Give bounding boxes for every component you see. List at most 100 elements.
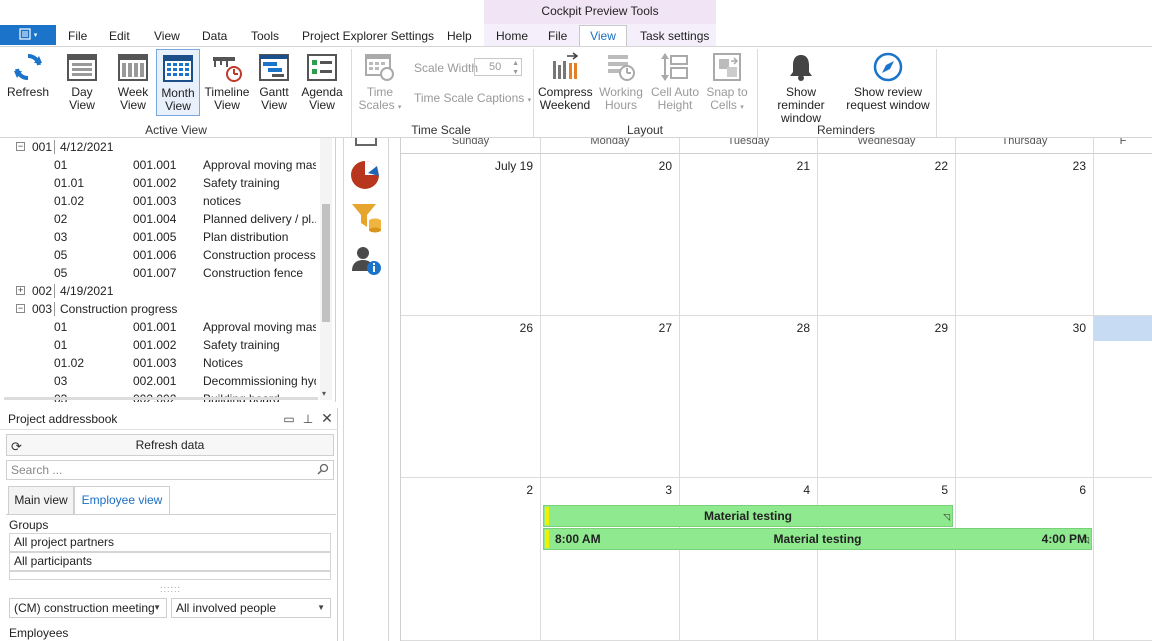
month-view-button[interactable]: Month View — [156, 49, 200, 116]
calendar-day-cell[interactable]: 5 — [818, 478, 956, 641]
tree-row[interactable]: +002 4/19/2021 — [0, 282, 318, 300]
week-view-button[interactable]: Week View — [112, 51, 154, 112]
snap-to-cells-button[interactable]: Snap to Cells ▾ — [704, 51, 750, 114]
tree-row[interactable]: 03 002.001 Decommissioning hyd... — [0, 372, 318, 390]
calendar-day-cell[interactable]: 3 — [541, 478, 680, 641]
calendar-day-cell[interactable]: 23 — [956, 154, 1094, 316]
scale-width-spinner[interactable]: 50 ▲ ▼ — [474, 58, 522, 76]
tree-row-title: Safety training — [203, 176, 280, 190]
collapse-icon[interactable]: − — [16, 304, 25, 313]
appointment-material-testing[interactable]: Material testing ◹ — [543, 505, 953, 527]
tree-row-code: 003 — [32, 302, 53, 316]
calendar-day-cell[interactable]: 6 — [956, 478, 1094, 641]
cell-auto-height-button[interactable]: Cell Auto Height — [650, 51, 700, 112]
menu-context-file[interactable]: File — [548, 26, 567, 46]
close-icon[interactable]: ✕ — [320, 410, 334, 427]
day-view-button[interactable]: Day View — [58, 51, 106, 112]
week-view-icon — [117, 51, 149, 83]
tree-row[interactable]: 01 001.001 Approval moving masts — [0, 156, 318, 174]
time-scales-button[interactable]: Time Scales ▾ — [358, 51, 402, 114]
search-icon[interactable] — [317, 462, 329, 480]
tab-view-active[interactable]: View — [579, 25, 627, 47]
tree-row[interactable]: −001 4/12/2021 — [0, 138, 318, 156]
tree-horizontal-scrollbar[interactable] — [4, 397, 318, 400]
tree-row[interactable]: 03 002.002 Building board — [0, 390, 318, 402]
calendar-day-cell[interactable]: 29 — [818, 316, 956, 478]
calendar-day-cell[interactable]: 20 — [541, 154, 680, 316]
meeting-dropdown-value: (CM) construction meeting — [14, 601, 155, 615]
calendar-day-cell[interactable]: 2 — [401, 478, 541, 641]
expand-icon[interactable]: + — [16, 286, 25, 295]
spinner-down-icon[interactable]: ▼ — [512, 65, 519, 81]
menu-task-settings[interactable]: Task settings — [640, 26, 709, 46]
tree-row[interactable]: 02 001.004 Planned delivery / pl... — [0, 210, 318, 228]
tree-row[interactable]: 01.02 001.003 notices — [0, 192, 318, 210]
day-number: 28 — [796, 321, 810, 335]
tree-row[interactable]: 01.01 001.002 Safety training — [0, 174, 318, 192]
tree-row[interactable]: 05 001.006 Construction process — [0, 246, 318, 264]
day-number: 27 — [658, 321, 672, 335]
menu-edit[interactable]: Edit — [109, 26, 130, 46]
tree-row[interactable]: 01.02 001.003 Notices — [0, 354, 318, 372]
calendar-day-cell[interactable]: July 19 — [401, 154, 541, 316]
tree-row[interactable]: 03 001.005 Plan distribution — [0, 228, 318, 246]
pie-chart-icon[interactable] — [350, 158, 382, 190]
gantt-view-button[interactable]: Gantt View — [254, 51, 294, 112]
meeting-dropdown[interactable]: (CM) construction meeting ▼ — [9, 598, 167, 618]
calendar-day-cell[interactable]: 27 — [541, 316, 680, 478]
month-view-icon — [162, 52, 194, 84]
calendar-day-cell[interactable] — [1094, 154, 1152, 316]
menu-data[interactable]: Data — [202, 26, 227, 46]
tree-scroll-thumb[interactable] — [322, 204, 330, 322]
tree-row-title: notices — [203, 194, 242, 208]
appointment-material-testing-timed[interactable]: 8:00 AM Material testing 4:00 PM ◹ — [543, 528, 1092, 550]
calendar-day-cell[interactable]: 4 — [680, 478, 818, 641]
refresh-button[interactable]: Refresh — [4, 51, 52, 99]
refresh-data-button[interactable]: ⟳ Refresh data — [6, 434, 334, 456]
tree-row[interactable]: 01 001.001 Approval moving masts — [0, 318, 318, 336]
menu-tools[interactable]: Tools — [251, 26, 279, 46]
tree-row[interactable]: −003 Construction progress — [0, 300, 318, 318]
compress-weekend-button[interactable]: Compress Weekend — [538, 51, 593, 112]
maximize-icon[interactable]: ▭ — [282, 412, 296, 426]
collapse-icon[interactable]: − — [16, 142, 25, 151]
people-dropdown[interactable]: All involved people ▼ — [171, 598, 331, 618]
splitter-handle[interactable]: :::::: — [160, 584, 181, 594]
menu-file[interactable]: File — [68, 26, 87, 46]
time-scale-captions-button[interactable]: Time Scale Captions ▾ — [414, 91, 531, 105]
filter-database-icon[interactable] — [350, 201, 382, 233]
selected-cell-highlight[interactable] — [1094, 316, 1152, 341]
tab-employee-view[interactable]: Employee view — [74, 486, 170, 514]
calendar-day-cell[interactable] — [1094, 478, 1152, 641]
time-scale-captions-label: Time Scale Captions — [414, 91, 525, 105]
timeline-view-button[interactable]: Timeline View — [204, 51, 250, 112]
calendar-day-cell[interactable]: 28 — [680, 316, 818, 478]
show-review-request-window-button[interactable]: Show review request window — [846, 51, 930, 112]
group-all-project-partners[interactable]: All project partners — [9, 533, 331, 552]
working-hours-button[interactable]: Working Hours — [598, 51, 644, 112]
show-reminder-window-button[interactable]: Show reminder window — [762, 51, 840, 125]
search-input[interactable]: Search ... — [6, 460, 334, 480]
calendar-icon[interactable] — [355, 138, 377, 146]
calendar-day-cell[interactable]: 21 — [680, 154, 818, 316]
menu-view[interactable]: View — [154, 26, 180, 46]
scroll-down-icon[interactable]: ▾ — [322, 389, 326, 398]
agenda-view-button[interactable]: Agenda View — [300, 51, 344, 112]
tree-row[interactable]: 05 001.007 Construction fence — [0, 264, 318, 282]
tab-main-view[interactable]: Main view — [8, 486, 74, 514]
tree-row[interactable]: 01 001.002 Safety training — [0, 336, 318, 354]
menu-project-explorer-settings[interactable]: Project Explorer Settings — [302, 26, 434, 46]
tree-row-title: Safety training — [203, 338, 280, 352]
menu-help[interactable]: Help — [447, 26, 472, 46]
ribbon-separator — [351, 49, 352, 137]
tree-scrollbar[interactable]: ▾ — [320, 138, 332, 400]
pin-icon[interactable]: ⊥ — [301, 412, 315, 426]
calendar-day-cell[interactable]: 30 — [956, 316, 1094, 478]
user-info-icon[interactable] — [350, 244, 382, 276]
calendar-day-cell[interactable]: 22 — [818, 154, 956, 316]
group-all-participants[interactable]: All participants — [9, 552, 331, 571]
day-number: 20 — [658, 159, 672, 173]
menu-home[interactable]: Home — [496, 26, 528, 46]
calendar-day-cell[interactable]: 26 — [401, 316, 541, 478]
app-menu-button[interactable]: ▾ — [0, 25, 56, 45]
